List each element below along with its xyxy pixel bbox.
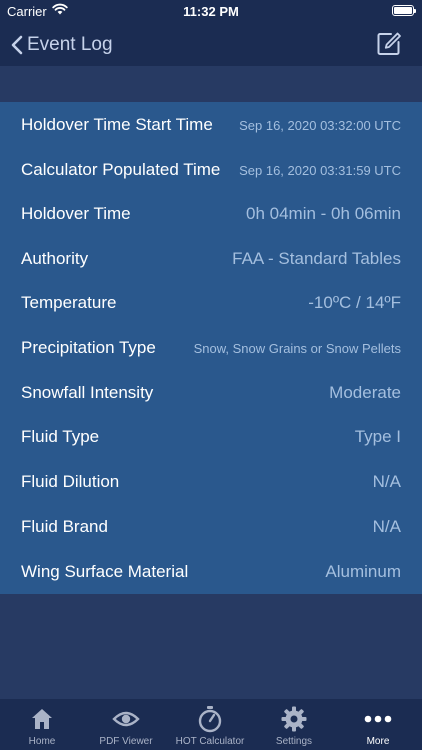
compose-icon[interactable]: [376, 31, 402, 57]
tab-hot-calculator[interactable]: HOT Calculator: [168, 699, 252, 750]
row-label: Holdover Time: [21, 204, 131, 223]
row-value: Aluminum: [325, 562, 401, 581]
list-item: Wing Surface Material Aluminum: [0, 550, 422, 594]
stopwatch-icon: [198, 706, 222, 733]
back-button-label: Event Log: [27, 34, 113, 55]
row-value: Sep 16, 2020 03:31:59 UTC: [239, 162, 401, 178]
list-item: Fluid Brand N/A: [0, 505, 422, 549]
row-value: FAA - Standard Tables: [232, 249, 401, 268]
row-value: Type I: [354, 427, 401, 446]
eye-icon: [112, 711, 140, 727]
row-label: Authority: [21, 249, 89, 268]
list-item: Authority FAA - Standard Tables: [0, 237, 422, 281]
row-label: Precipitation Type: [21, 338, 156, 357]
list-item: Fluid Type Type I: [0, 415, 422, 459]
row-value: -10ºC / 14ºF: [308, 293, 401, 312]
home-icon: [32, 709, 52, 729]
row-value: Sep 16, 2020 03:32:00 UTC: [239, 117, 401, 133]
tab-label: Settings: [275, 736, 313, 747]
row-label: Fluid Brand: [21, 517, 108, 536]
row-label: Temperature: [21, 293, 117, 312]
row-label: Wing Surface Material: [21, 562, 189, 581]
tab-label: More: [366, 736, 390, 747]
row-label: Holdover Time Start Time: [21, 115, 213, 134]
back-button[interactable]: Event Log: [11, 31, 113, 59]
tab-settings[interactable]: Settings: [252, 699, 336, 750]
status-bar: Carrier 11:32 PM: [0, 0, 422, 24]
tab-pdf-viewer[interactable]: PDF Viewer: [84, 699, 168, 750]
more-icon: [364, 715, 392, 723]
list-item: Fluid Dilution N/A: [0, 460, 422, 504]
tab-label: HOT Calculator: [175, 736, 245, 747]
row-value: Snow, Snow Grains or Snow Pellets: [193, 340, 401, 356]
list-item: Holdover Time Start Time Sep 16, 2020 03…: [0, 103, 422, 147]
list-item: Precipitation Type Snow, Snow Grains or …: [0, 326, 422, 370]
list-item: Holdover Time 0h 04min - 0h 06min: [0, 192, 422, 236]
row-label: Calculator Populated Time: [21, 160, 221, 179]
tab-label: Home: [28, 736, 56, 747]
row-value: N/A: [372, 472, 401, 491]
event-details-list: Holdover Time Start Time Sep 16, 2020 03…: [0, 102, 422, 594]
chevron-left-icon: [11, 35, 23, 55]
row-label: Snowfall Intensity: [21, 383, 154, 402]
tab-home[interactable]: Home: [0, 699, 84, 750]
row-value: N/A: [372, 517, 401, 536]
list-item: Temperature -10ºC / 14ºF: [0, 281, 422, 325]
clock: 11:32 PM: [183, 4, 239, 19]
list-item: Calculator Populated Time Sep 16, 2020 0…: [0, 148, 422, 192]
gear-icon: [281, 706, 307, 732]
tab-more[interactable]: More: [336, 699, 420, 750]
tab-bar: Home PDF Viewer HOT Calculator Settings …: [0, 699, 422, 750]
row-value: 0h 04min - 0h 06min: [246, 204, 401, 223]
tab-label: PDF Viewer: [99, 736, 153, 747]
battery-icon: [392, 5, 416, 16]
navigation-bar: Event Log: [0, 24, 422, 66]
row-label: Fluid Dilution: [21, 472, 120, 491]
row-value: Moderate: [329, 383, 401, 402]
list-item: Snowfall Intensity Moderate: [0, 371, 422, 415]
row-label: Fluid Type: [21, 427, 100, 446]
